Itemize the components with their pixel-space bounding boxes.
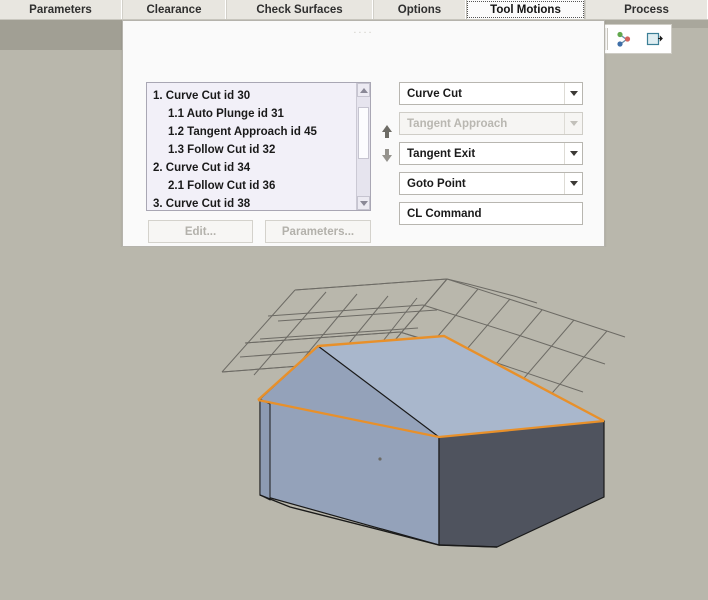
list-item[interactable]: 3. Curve Cut id 38 (153, 195, 356, 210)
model-viewport[interactable]: Z Y X ACS0 (0, 247, 708, 600)
tab-options[interactable]: Options (373, 0, 466, 19)
toolbar-background-left (0, 20, 122, 50)
datum-point (378, 457, 382, 461)
chevron-down-icon[interactable] (564, 173, 582, 194)
cl-command-button[interactable]: CL Command (399, 202, 583, 225)
tangent-approach-combo: Tangent Approach (399, 112, 583, 135)
panel-drag-handle[interactable]: .... (344, 25, 384, 36)
curve-cut-combo-label: Curve Cut (407, 87, 462, 100)
tab-clearance[interactable]: Clearance (122, 0, 226, 19)
move-buttons-group (376, 119, 398, 171)
move-down-button[interactable] (376, 143, 398, 167)
curve-cut-combo[interactable]: Curve Cut (399, 82, 583, 105)
arrow-down-icon (382, 148, 392, 162)
datum-plane-icon-button[interactable] (640, 26, 668, 52)
part-side-face (438, 420, 605, 548)
move-up-button[interactable] (376, 119, 398, 143)
tab-parameters[interactable]: Parameters (0, 0, 122, 19)
list-item[interactable]: 2.1 Follow Cut id 36 (153, 177, 356, 195)
scroll-up-button[interactable] (357, 83, 370, 97)
list-item[interactable]: 2. Curve Cut id 34 (153, 159, 356, 177)
tab-bar: Parameters Clearance Check Surfaces Opti… (0, 0, 708, 20)
datum-point-icon-button[interactable] (610, 26, 638, 52)
chevron-down-icon[interactable] (564, 83, 582, 104)
tangent-exit-combo-label: Tangent Exit (407, 147, 476, 160)
edit-button[interactable]: Edit... (148, 220, 253, 243)
tool-motions-list-items: 1. Curve Cut id 30 1.1 Auto Plunge id 31… (147, 83, 356, 210)
list-item[interactable]: 1.3 Follow Cut id 32 (153, 141, 356, 159)
chevron-down-icon (564, 113, 582, 134)
tangent-approach-combo-label: Tangent Approach (407, 117, 508, 130)
tab-process[interactable]: Process (585, 0, 708, 19)
floating-toolbar (600, 24, 672, 54)
parameters-button[interactable]: Parameters... (265, 220, 371, 243)
list-item[interactable]: 1.2 Tangent Approach id 45 (153, 123, 356, 141)
tangent-exit-combo[interactable]: Tangent Exit (399, 142, 583, 165)
goto-point-combo-label: Goto Point (407, 177, 466, 190)
arrow-up-icon (382, 124, 392, 138)
tab-tool-motions[interactable]: Tool Motions (466, 0, 585, 19)
tool-motions-list[interactable]: 1. Curve Cut id 30 1.1 Auto Plunge id 31… (146, 82, 371, 211)
panel-body: 1. Curve Cut id 30 1.1 Auto Plunge id 31… (123, 37, 604, 246)
cl-command-label: CL Command (407, 207, 482, 220)
list-item[interactable]: 1.1 Auto Plunge id 31 (153, 105, 356, 123)
tool-motions-panel: .... 1. Curve Cut id 30 1.1 Auto Plunge … (122, 20, 605, 247)
scroll-down-button[interactable] (357, 196, 370, 210)
part-left-edge-face (259, 398, 271, 501)
application-window: Parameters Clearance Check Surfaces Opti… (0, 0, 708, 600)
goto-point-combo[interactable]: Goto Point (399, 172, 583, 195)
model-3d-graphics: Z Y X ACS0 (221, 278, 626, 548)
tab-check-surfaces[interactable]: Check Surfaces (226, 0, 373, 19)
list-item[interactable]: 1. Curve Cut id 30 (153, 87, 356, 105)
list-scrollbar[interactable] (356, 83, 370, 210)
chevron-up-icon (359, 87, 368, 93)
scrollbar-thumb[interactable] (358, 107, 369, 159)
chevron-down-icon (359, 200, 368, 206)
chevron-down-icon[interactable] (564, 143, 582, 164)
